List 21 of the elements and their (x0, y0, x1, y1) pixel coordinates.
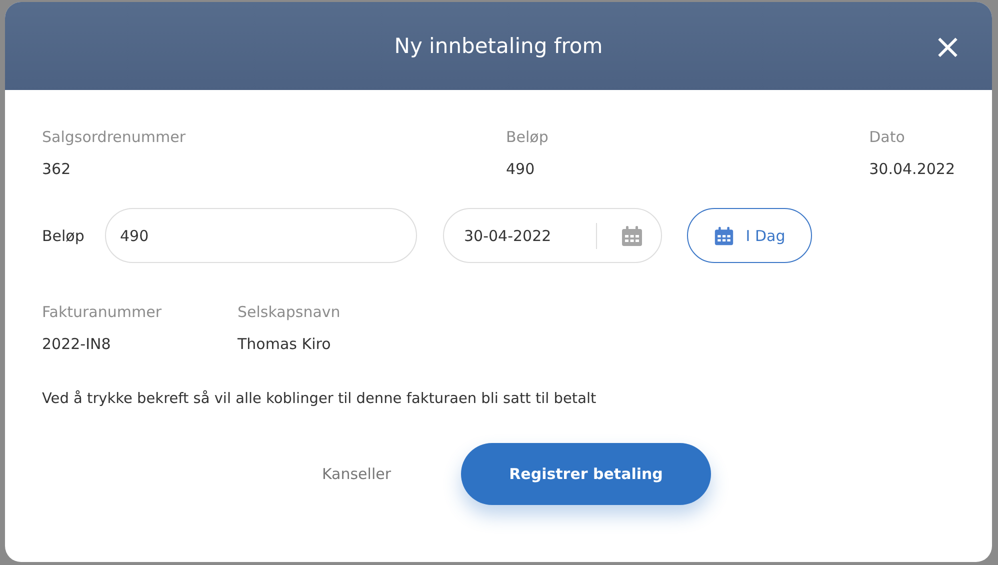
field-value: 362 (42, 160, 72, 178)
close-button[interactable]: × (934, 32, 962, 62)
cancel-button[interactable]: Kanseller (316, 464, 398, 484)
date-field[interactable]: 30-04-2022 (443, 208, 662, 263)
amount-label: Beløp (42, 226, 86, 244)
field-label: Salgsordrenummer (42, 128, 187, 146)
amount-field[interactable]: 490 (105, 208, 417, 263)
field-value: Thomas Kiro (238, 335, 332, 353)
field-value: 30.04.2022 (869, 160, 955, 178)
field-label: Fakturanummer (42, 303, 162, 321)
today-button[interactable]: I Dag (687, 208, 812, 263)
calendar-icon (714, 226, 734, 246)
notice-text: Ved å trykke bekreft så vil alle koblinger til denne fakturaen bli satt til betalt (42, 391, 598, 407)
dialog-title: Ny innbetaling from (394, 34, 603, 58)
field-value: 490 (506, 160, 536, 178)
field-label: Selskapsnavn (238, 303, 340, 321)
register-payment-button[interactable]: Registrer betaling (461, 443, 712, 505)
calendar-icon (621, 224, 643, 246)
field-value: 2022-IN8 (42, 335, 112, 353)
field-label: Dato (869, 128, 906, 146)
field-label: Beløp (506, 128, 550, 146)
